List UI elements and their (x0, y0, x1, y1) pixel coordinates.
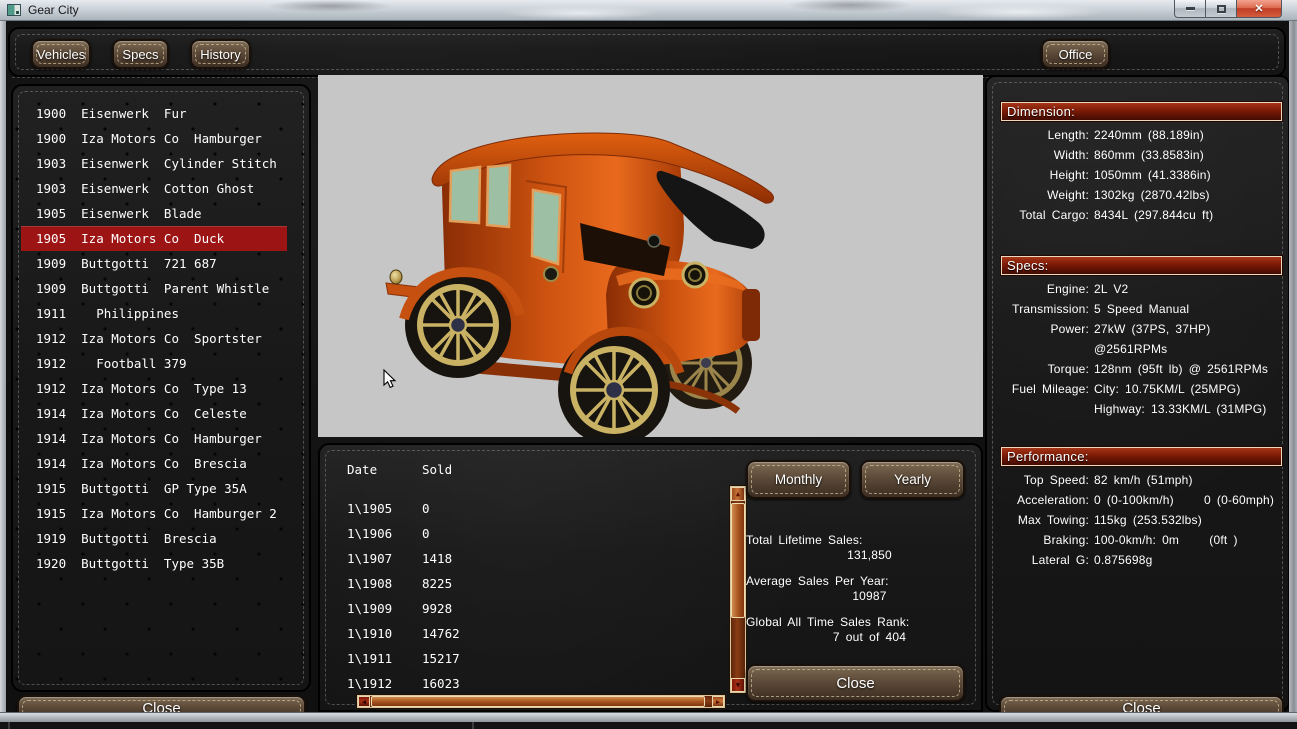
sales-panel: DateSold 1\190501\190601\190714181\19088… (318, 443, 983, 712)
list-item[interactable]: 1905 Eisenwerk Blade (21, 201, 301, 226)
performance-rows: Top Speed:82 km/h (51mph)Acceleration:0 … (987, 470, 1284, 570)
office-button[interactable]: Office (1041, 39, 1110, 69)
table-row: 1\19050 (347, 496, 734, 521)
table-row: 1\191014762 (347, 621, 734, 646)
detail-row: Power:27kW (37PS, 37HP) @2561RPMs (987, 319, 1284, 359)
detail-row: Transmission:5 Speed Manual (987, 299, 1284, 319)
table-row: 1\19060 (347, 521, 734, 546)
window-border-bottom (0, 712, 1297, 722)
list-item[interactable]: 1912 Iza Motors Co Type 13 (21, 376, 301, 401)
list-item[interactable]: 1919 Buttgotti Brescia (21, 526, 301, 551)
list-item[interactable]: 1909 Buttgotti Parent Whistle (21, 276, 301, 301)
app-icon (7, 4, 21, 16)
details-panel: Dimension: Length:2240mm (88.189in)Width… (985, 75, 1290, 712)
table-row: 1\19099928 (347, 596, 734, 621)
background-strip (0, 722, 1297, 729)
sales-close-button[interactable]: Close (746, 664, 965, 702)
average-sales-label: Average Sales Per Year: (746, 574, 971, 589)
vehicle-list-panel: 1900 Eisenwerk Fur1900 Iza Motors Co Ham… (11, 84, 311, 692)
table-header: DateSold (334, 460, 734, 480)
list-item[interactable]: 1920 Buttgotti Type 35B (21, 551, 301, 576)
detail-row: Fuel Mileage:City: 10.75KM/L (25MPG) Hig… (987, 379, 1284, 419)
scroll-left-icon[interactable]: ◀ (358, 696, 370, 707)
table-header-date: Date (347, 460, 422, 480)
list-item[interactable]: 1914 Iza Motors Co Brescia (21, 451, 301, 476)
yearly-button[interactable]: Yearly (860, 460, 965, 499)
list-item[interactable]: 1903 Eisenwerk Cylinder Stitch (21, 151, 301, 176)
list-item[interactable]: 1911 Philippines (21, 301, 301, 326)
window-border-right[interactable] (1289, 21, 1297, 713)
total-lifetime-sales-value: 131,850 (746, 548, 971, 563)
vertical-scroll-thumb[interactable] (731, 503, 745, 618)
detail-row: Max Towing:115kg (253.532lbs) (987, 510, 1284, 530)
list-item[interactable]: 1912 Iza Motors Co Sportster (21, 326, 301, 351)
close-icon: ✕ (1254, 2, 1263, 15)
car-render (318, 75, 983, 437)
sales-rank-value: 7 out of 404 (746, 630, 971, 645)
scroll-up-icon[interactable]: ▲ (731, 487, 745, 501)
list-item[interactable]: 1912 Football 379 (21, 351, 301, 376)
maximize-button[interactable] (1205, 0, 1236, 18)
sales-rank-label: Global All Time Sales Rank: (746, 615, 971, 630)
close-window-button[interactable]: ✕ (1236, 0, 1282, 18)
minimize-button[interactable] (1174, 0, 1205, 18)
table-row: 1\191216023 (347, 671, 734, 696)
detail-row: Top Speed:82 km/h (51mph) (987, 470, 1284, 490)
vertical-scrollbar[interactable]: ▲ ▼ (729, 485, 747, 694)
monthly-button[interactable]: Monthly (746, 460, 851, 499)
table-row: 1\191115217 (347, 646, 734, 671)
list-item[interactable]: 1915 Buttgotti GP Type 35A (21, 476, 301, 501)
list-item[interactable]: 1909 Buttgotti 721 687 (21, 251, 301, 276)
detail-row: Height:1050mm (41.3386in) (987, 165, 1284, 185)
scroll-right-icon[interactable]: ▶ (712, 696, 724, 707)
dimension-rows: Length:2240mm (88.189in)Width:860mm (33.… (987, 125, 1284, 225)
list-item[interactable]: 1914 Iza Motors Co Celeste (21, 401, 301, 426)
detail-row: Acceleration:0 (0-100km/h) 0 (0-60mph) (987, 490, 1284, 510)
sales-table: DateSold 1\190501\190601\190714181\19088… (334, 460, 734, 698)
performance-section-header: Performance: (1001, 447, 1282, 466)
specs-button[interactable]: Specs (112, 39, 169, 69)
minimize-icon (1186, 7, 1195, 10)
vehicle-list: 1900 Eisenwerk Fur1900 Iza Motors Co Ham… (21, 101, 301, 682)
window-border-left (0, 21, 6, 713)
title-bar[interactable]: Gear City ✕ (0, 0, 1297, 21)
maximize-icon (1217, 5, 1226, 13)
list-item[interactable]: 1903 Eisenwerk Cotton Ghost (21, 176, 301, 201)
specs-rows: Engine:2L V2Transmission:5 Speed ManualP… (987, 279, 1284, 419)
total-lifetime-sales-label: Total Lifetime Sales: (746, 533, 971, 548)
detail-row: Total Cargo:8434L (297.844cu ft) (987, 205, 1284, 225)
list-item[interactable]: 1900 Eisenwerk Fur (21, 101, 301, 126)
scroll-down-icon[interactable]: ▼ (731, 678, 745, 692)
window-title: Gear City (28, 3, 79, 17)
vehicles-button[interactable]: Vehicles (31, 39, 91, 69)
detail-row: Lateral G:0.875698g (987, 550, 1284, 570)
detail-row: Torque:128nm (95ft lb) @ 2561RPMs (987, 359, 1284, 379)
detail-row: Weight:1302kg (2870.42lbs) (987, 185, 1284, 205)
car-viewport (318, 75, 983, 437)
detail-row: Length:2240mm (88.189in) (987, 125, 1284, 145)
horizontal-scroll-thumb[interactable] (371, 696, 705, 707)
list-item[interactable]: 1905 Iza Motors Co Duck (21, 226, 287, 251)
table-row: 1\19071418 (347, 546, 734, 571)
list-item[interactable]: 1914 Iza Motors Co Hamburger (21, 426, 301, 451)
detail-row: Braking:100-0km/h: 0m (0ft ) (987, 530, 1284, 550)
table-header-sold: Sold (422, 462, 452, 477)
specs-section-header: Specs: (1001, 256, 1282, 275)
table-body: 1\190501\190601\190714181\190882251\1909… (347, 496, 734, 698)
history-button[interactable]: History (190, 39, 251, 69)
table-row: 1\19088225 (347, 571, 734, 596)
gear-city-window: Vehicles Specs History Office 1900 Eisen… (0, 0, 1297, 729)
list-item[interactable]: 1915 Iza Motors Co Hamburger 2 (21, 501, 301, 526)
detail-row: Engine:2L V2 (987, 279, 1284, 299)
average-sales-value: 10987 (746, 589, 971, 604)
toolbar: Vehicles Specs History Office (8, 27, 1286, 77)
sales-stats: Total Lifetime Sales: 131,850 Average Sa… (746, 533, 971, 656)
dimension-section-header: Dimension: (1001, 102, 1282, 121)
horizontal-scrollbar[interactable]: ◀ ▶ (356, 694, 726, 709)
list-item[interactable]: 1900 Iza Motors Co Hamburger (21, 126, 301, 151)
detail-row: Width:860mm (33.8583in) (987, 145, 1284, 165)
